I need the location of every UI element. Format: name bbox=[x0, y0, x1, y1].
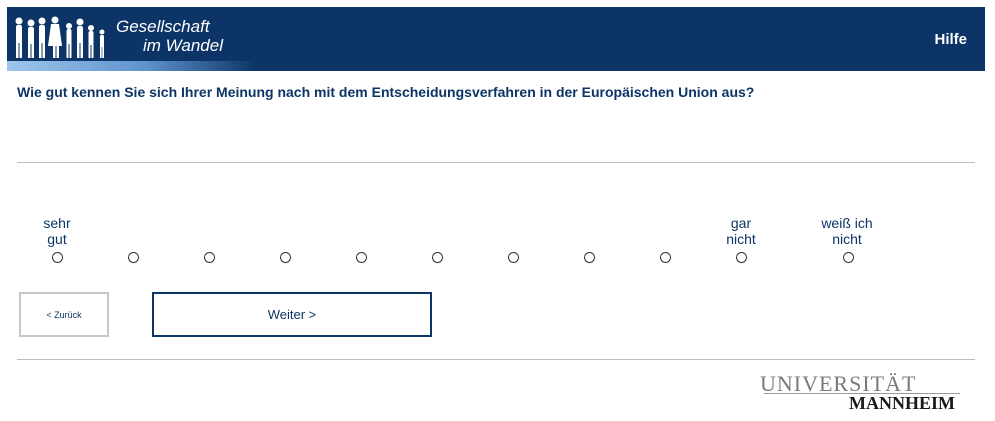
scale-anchor-right: gar nicht bbox=[696, 215, 786, 247]
scale-anchor-dont-know-line2: nicht bbox=[832, 231, 862, 247]
scale-anchor-left-line1: sehr bbox=[43, 215, 71, 231]
scale-anchor-left: sehr gut bbox=[12, 215, 102, 247]
next-button[interactable]: Weiter > bbox=[152, 292, 432, 337]
radio-option-7[interactable] bbox=[508, 252, 519, 263]
radio-option-2[interactable] bbox=[128, 252, 139, 263]
divider-top bbox=[17, 162, 975, 163]
header-bar: Gesellschaft im Wandel Hilfe bbox=[7, 7, 985, 71]
logo-title-line1: Gesellschaft bbox=[116, 17, 210, 36]
radio-option-3[interactable] bbox=[204, 252, 215, 263]
logo-title-line2: im Wandel bbox=[143, 36, 223, 55]
header-accent-band bbox=[7, 61, 257, 71]
question-text: Wie gut kennen Sie sich Ihrer Meinung na… bbox=[17, 84, 755, 100]
radio-option-dont-know[interactable] bbox=[843, 252, 854, 263]
university-logo-line2: MANNHEIM bbox=[849, 393, 955, 413]
radio-option-1[interactable] bbox=[52, 252, 63, 263]
scale-anchor-right-line1: gar bbox=[730, 215, 752, 231]
radio-option-8[interactable] bbox=[584, 252, 595, 263]
help-link[interactable]: Hilfe bbox=[934, 31, 967, 48]
radio-option-5[interactable] bbox=[356, 252, 367, 263]
back-button[interactable]: < Zurück bbox=[19, 292, 109, 337]
scale-anchor-dont-know-line1: weiß ich bbox=[821, 215, 873, 231]
radio-option-9[interactable] bbox=[660, 252, 671, 263]
radio-option-10[interactable] bbox=[736, 252, 747, 263]
university-logo-line1: UNIVERSITÄT bbox=[760, 371, 917, 396]
people-silhouette-logo-icon bbox=[15, 16, 105, 58]
scale-anchor-right-line2: nicht bbox=[726, 231, 756, 247]
divider-bottom bbox=[17, 359, 975, 360]
scale-anchor-dont-know: weiß ich nicht bbox=[802, 215, 892, 247]
radio-option-6[interactable] bbox=[432, 252, 443, 263]
radio-option-4[interactable] bbox=[280, 252, 291, 263]
scale-anchor-left-line2: gut bbox=[47, 231, 67, 247]
